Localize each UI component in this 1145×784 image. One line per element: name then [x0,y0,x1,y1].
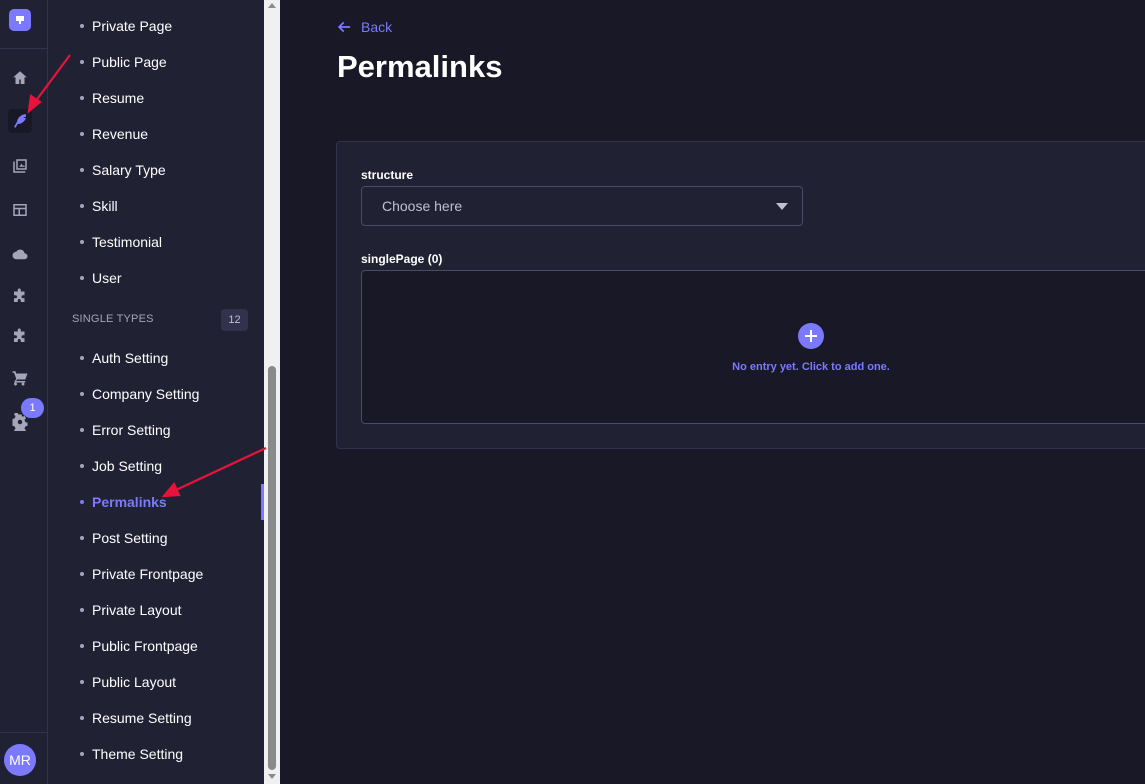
section-heading[interactable]: SINGLE TYPES [72,313,154,325]
plus-icon [805,330,817,342]
home-icon[interactable] [8,66,32,90]
nav-item[interactable]: Salary Type [80,160,166,180]
nav-item-label: Error Setting [92,422,171,438]
nav-item[interactable]: Post Setting [80,528,168,548]
nav-item[interactable]: Testimonial [80,232,162,252]
page-title: Permalinks [337,49,503,84]
add-entry-button[interactable] [798,323,824,349]
nav-item-label: Testimonial [92,234,163,250]
scrollbar-thumb[interactable] [268,366,276,770]
bullet-icon [80,752,84,756]
scroll-down-icon[interactable] [268,774,276,779]
bullet-icon [80,240,84,244]
nav-item[interactable]: Public Page [80,52,167,72]
nav-item[interactable]: Resume [80,88,144,108]
nav-item[interactable]: Revenue [80,124,148,144]
nav-item[interactable]: Skill [80,196,118,216]
nav-item-label: Post Setting [92,530,168,546]
nav-item-label: Job Setting [92,458,163,474]
nav-item-label: Auth Setting [92,350,169,366]
nav-item-label: User [92,270,122,286]
nav-item-label: Public Layout [92,674,177,690]
bullet-icon [80,356,84,360]
nav-item-label: Resume [92,90,145,106]
nav-item-label: Salary Type [92,162,166,178]
nav-item[interactable]: User [80,268,122,288]
single-page-label: singlePage (0) [361,252,443,266]
nav-item[interactable]: Resume Setting [80,708,192,728]
nav-item-label: Public Frontpage [92,638,198,654]
avatar[interactable]: MR [4,744,36,776]
section-count-badge: 12 [221,309,248,331]
puzzle-icon[interactable] [8,324,32,348]
content-type-nav: Private Page Public Page Resume Revenue … [48,0,264,784]
rail-divider [0,48,48,49]
nav-item[interactable]: Private Layout [80,600,182,620]
bullet-icon [80,464,84,468]
bullet-icon [80,428,84,432]
bullet-icon [80,96,84,100]
scroll-up-icon[interactable] [268,3,276,8]
nav-item-label: Permalinks [92,494,167,510]
structure-select[interactable]: Choose here [361,186,803,226]
rail-divider [0,732,48,733]
nav-item-active[interactable]: Permalinks [80,492,167,512]
main-nav-rail: 1 MR [0,0,48,784]
nav-item-label: Skill [92,198,118,214]
nav-item-label: Private Layout [92,602,182,618]
bullet-icon [80,716,84,720]
nav-item-label: Company Setting [92,386,200,402]
nav-item-label: Theme Setting [92,746,184,762]
bullet-icon [80,680,84,684]
nav-item[interactable]: Public Layout [80,672,176,692]
bullet-icon [80,60,84,64]
cloud-icon[interactable] [8,242,32,266]
notification-badge: 1 [21,398,44,418]
cart-icon[interactable] [8,366,32,390]
nav-item-label: Resume Setting [92,710,192,726]
nav-item[interactable]: Auth Setting [80,348,168,368]
nav-item[interactable]: Private Page [80,16,172,36]
back-link[interactable]: Back [337,18,392,36]
caret-down-icon [776,203,788,210]
bullet-icon [80,276,84,280]
bullet-icon [80,500,84,504]
bullet-icon [80,204,84,208]
nav-item[interactable]: Company Setting [80,384,199,404]
nav-item-label: Public Page [92,54,167,70]
edit-form-card: structure Choose here singlePage (0) No … [336,141,1145,449]
bullet-icon [80,392,84,396]
nav-item[interactable]: Error Setting [80,420,171,440]
nav-item[interactable]: Theme Setting [80,744,183,764]
content-manager-icon[interactable] [8,109,32,133]
select-placeholder: Choose here [382,198,463,214]
single-page-dropzone[interactable]: No entry yet. Click to add one. [361,270,1145,424]
bullet-icon [80,168,84,172]
arrow-left-icon [337,21,351,33]
nav-item-label: Private Frontpage [92,566,204,582]
bullet-icon [80,644,84,648]
logo-icon[interactable] [9,9,31,31]
bullet-icon [80,536,84,540]
nav-item-label: Revenue [92,126,149,142]
empty-state-message[interactable]: No entry yet. Click to add one. [711,361,911,373]
nav-item[interactable]: Public Frontpage [80,636,198,656]
bullet-icon [80,132,84,136]
nav-item-label: Private Page [92,18,173,34]
media-library-icon[interactable] [8,154,32,178]
nav-item[interactable]: Job Setting [80,456,162,476]
bullet-icon [80,572,84,576]
layout-icon[interactable] [8,198,32,222]
structure-label: structure [361,168,414,182]
nav-item[interactable]: Private Frontpage [80,564,203,584]
plugin-icon[interactable] [8,284,32,308]
bullet-icon [80,608,84,612]
subnav-scrollbar[interactable] [264,0,280,784]
bullet-icon [80,24,84,28]
back-link-label: Back [361,19,393,35]
